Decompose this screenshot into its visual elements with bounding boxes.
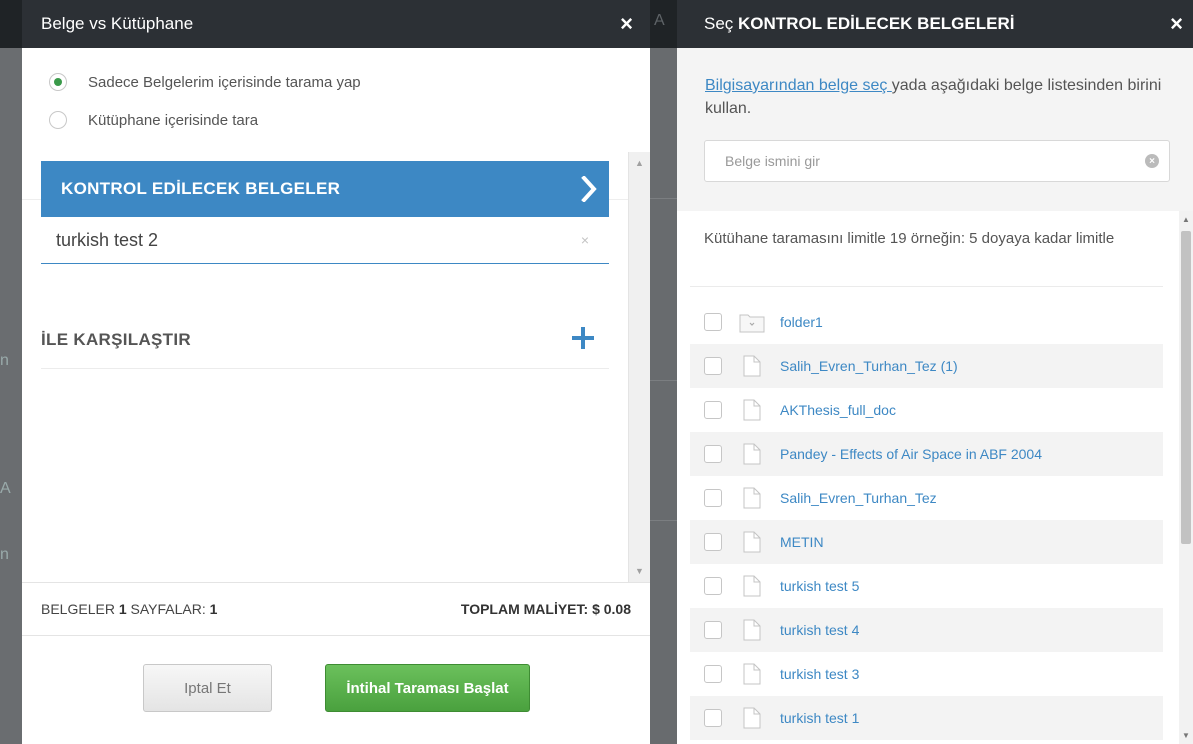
document-icon (739, 573, 765, 599)
cancel-button[interactable]: Iptal Et (143, 664, 272, 712)
select-checkbox[interactable] (704, 665, 722, 683)
file-row[interactable]: turkish test 3 (690, 652, 1163, 696)
documents-label: BELGELER (41, 601, 115, 617)
selected-document-name: turkish test 2 (56, 229, 159, 250)
select-checkbox[interactable] (704, 621, 722, 639)
radio-button[interactable] (49, 111, 67, 129)
documents-pages-summary: BELGELER 1 SAYFALAR: 1 (41, 601, 217, 617)
check-documents-label: KONTROL EDİLECEK BELGELER (61, 179, 341, 198)
intro-text: Bilgisayarından belge seç yada aşağıdaki… (705, 77, 1162, 117)
file-name-link[interactable]: turkish test 4 (780, 622, 859, 638)
dialog-title: Seç KONTROL EDİLECEK BELGELERİ (704, 14, 1015, 33)
document-search-input[interactable] (725, 153, 1125, 169)
belge-vs-kutuphane-dialog: Belge vs Kütüphane × Sadece Belgelerim i… (22, 0, 650, 744)
file-name-link[interactable]: Pandey - Effects of Air Space in ABF 200… (780, 446, 1042, 462)
file-name-link[interactable]: turkish test 1 (780, 710, 859, 726)
file-row[interactable]: turkish test 1 (690, 696, 1163, 740)
file-name-link[interactable]: METIN (780, 534, 824, 550)
dialog-header: Seç KONTROL EDİLECEK BELGELERİ × (677, 0, 1193, 48)
dialog-actions: Iptal Et İntihal Taraması Başlat (22, 636, 650, 744)
select-checkbox[interactable] (704, 577, 722, 595)
radio-label: Kütüphane içerisinde tara (88, 111, 259, 129)
selected-document-row: turkish test 2 × (41, 217, 609, 264)
scroll-down-icon[interactable]: ▼ (1182, 731, 1190, 740)
radio-option-library[interactable]: Kütüphane içerisinde tara (49, 110, 650, 130)
background-text-fragment: A (654, 12, 665, 29)
start-plagiarism-scan-button[interactable]: İntihal Taraması Başlat (325, 664, 530, 712)
select-checkbox[interactable] (704, 445, 722, 463)
close-icon[interactable]: × (1170, 11, 1183, 37)
radio-label: Sadece Belgelerim içerisinde tarama yap (88, 73, 361, 91)
scrollbar[interactable]: ▲ ▼ (628, 152, 650, 582)
document-icon (739, 661, 765, 687)
file-row[interactable]: Pandey - Effects of Air Space in ABF 200… (690, 432, 1163, 476)
dialog-header: Belge vs Kütüphane × (22, 0, 650, 48)
document-search-box: × (704, 140, 1170, 182)
select-checkbox[interactable] (704, 709, 722, 727)
document-icon (739, 529, 765, 555)
documents-scroll-area: KONTROL EDİLECEK BELGELER turkish test 2… (22, 152, 650, 582)
choose-from-computer-link[interactable]: Bilgisayarından belge seç (705, 77, 892, 94)
file-row[interactable]: METIN (690, 520, 1163, 564)
file-name-link[interactable]: folder1 (780, 314, 823, 330)
scrollbar-thumb[interactable] (1181, 231, 1191, 544)
folder-row[interactable]: folder1 (690, 300, 1163, 344)
check-documents-header[interactable]: KONTROL EDİLECEK BELGELER (41, 161, 609, 217)
file-name-link[interactable]: Salih_Evren_Turhan_Tez (1) (780, 358, 958, 374)
chevron-right-icon[interactable] (569, 161, 609, 217)
pages-label: SAYFALAR: (130, 601, 206, 617)
document-icon (739, 705, 765, 731)
select-documents-dialog: Seç KONTROL EDİLECEK BELGELERİ × Bilgisa… (677, 0, 1193, 744)
document-icon (739, 353, 765, 379)
document-icon (739, 485, 765, 511)
background-text-fragment: n (0, 352, 9, 369)
select-checkbox[interactable] (704, 357, 722, 375)
file-name-link[interactable]: turkish test 3 (780, 666, 859, 682)
compare-with-label: İLE KARŞILAŞTIR (41, 330, 191, 349)
radio-option-my-documents[interactable]: Sadece Belgelerim içerisinde tarama yap (49, 72, 650, 92)
scroll-up-icon[interactable]: ▲ (1182, 215, 1190, 224)
document-icon (739, 397, 765, 423)
scroll-up-icon[interactable]: ▲ (635, 158, 644, 168)
documents-count: 1 (118, 601, 127, 617)
file-row[interactable]: Salih_Evren_Turhan_Tez (1) (690, 344, 1163, 388)
scrollbar[interactable]: ▲ ▼ (1179, 211, 1193, 744)
clear-search-icon[interactable]: × (1145, 154, 1159, 168)
file-row[interactable]: AKThesis_full_doc (690, 388, 1163, 432)
file-name-link[interactable]: turkish test 5 (780, 578, 859, 594)
background-left-strip: n A n (0, 0, 22, 744)
background-middle-strip: A (650, 0, 677, 744)
select-checkbox[interactable] (704, 533, 722, 551)
document-list-panel: Kütühane taramasını limitle 19 örneğin: … (677, 211, 1193, 744)
total-cost: TOPLAM MALİYET: $ 0.08 (460, 601, 631, 617)
file-row[interactable]: turkish test 5 (690, 564, 1163, 608)
compare-with-header: İLE KARŞILAŞTIR (41, 312, 609, 369)
select-checkbox[interactable] (704, 489, 722, 507)
plus-icon[interactable] (571, 326, 595, 355)
select-checkbox[interactable] (704, 313, 722, 331)
background-text-fragment: A (0, 480, 11, 497)
file-name-link[interactable]: AKThesis_full_doc (780, 402, 896, 418)
folder-icon (739, 309, 765, 335)
pages-count: 1 (209, 601, 218, 617)
background-text-fragment: n (0, 546, 9, 563)
scroll-down-icon[interactable]: ▼ (635, 566, 644, 576)
dialog-title: Belge vs Kütüphane (41, 14, 194, 33)
radio-button-selected[interactable] (49, 73, 67, 91)
file-row[interactable]: turkish test 4 (690, 608, 1163, 652)
close-icon[interactable]: × (620, 11, 633, 37)
document-icon (739, 441, 765, 467)
summary-bar: BELGELER 1 SAYFALAR: 1 TOPLAM MALİYET: $… (22, 582, 650, 636)
select-checkbox[interactable] (704, 401, 722, 419)
library-limit-text: Kütühane taramasını limitle 19 örneğin: … (704, 230, 1115, 247)
file-name-link[interactable]: Salih_Evren_Turhan_Tez (780, 490, 937, 506)
file-row[interactable]: Salih_Evren_Turhan_Tez (690, 476, 1163, 520)
document-icon (739, 617, 765, 643)
remove-document-icon[interactable]: × (581, 232, 589, 248)
